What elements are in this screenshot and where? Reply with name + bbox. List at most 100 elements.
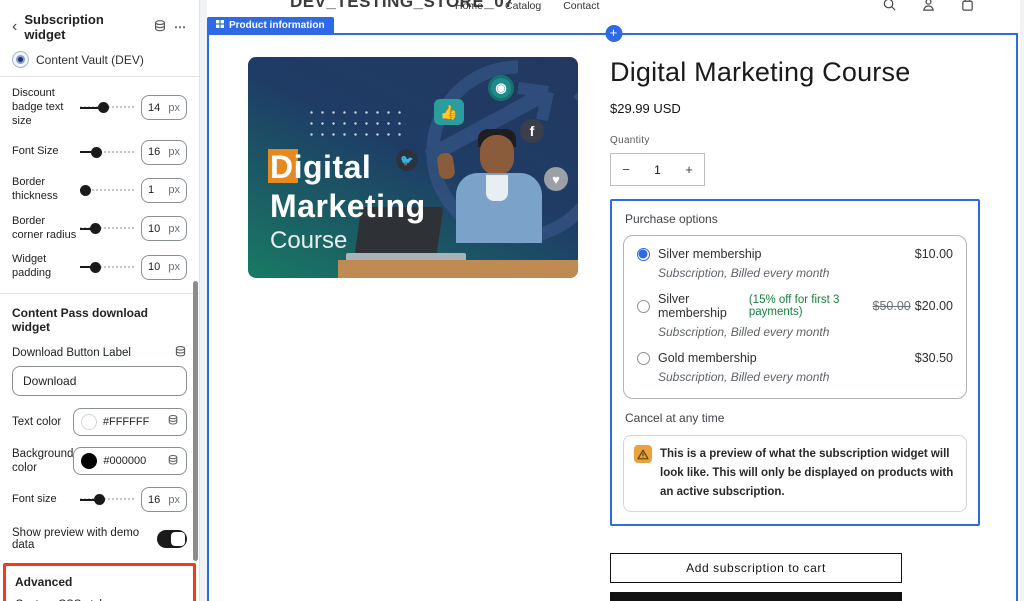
divider xyxy=(0,293,199,294)
setting-label: Border thickness xyxy=(12,176,78,204)
quantity-increase-button[interactable]: + xyxy=(674,162,704,177)
widget-padding-slider[interactable] xyxy=(80,262,134,273)
store-nav: Home Catalog Contact xyxy=(455,0,599,12)
setting-discount-badge-text-size: Discount badge text size 14px xyxy=(12,87,187,128)
value-input[interactable]: 10px xyxy=(141,255,187,280)
discount-badge-size-slider[interactable] xyxy=(80,102,134,113)
text-color-picker[interactable]: #FFFFFF xyxy=(73,408,187,436)
warning-icon xyxy=(634,445,652,463)
product-price: $29.99 USD xyxy=(610,101,982,116)
quantity-stepper: − 1 + xyxy=(610,153,705,186)
instagram-icon: ◉ xyxy=(488,75,514,101)
back-icon[interactable]: ‹ xyxy=(12,19,17,35)
add-subscription-to-cart-button[interactable]: Add subscription to cart xyxy=(610,553,902,583)
background-color-setting: Background color #000000 xyxy=(12,447,187,476)
sidebar-scrollbar[interactable] xyxy=(193,281,198,561)
dynamic-source-icon[interactable] xyxy=(167,454,179,469)
advanced-section-highlight: Advanced Custom CSS styles #cv-subscript… xyxy=(3,563,196,601)
heart-icon: ♥ xyxy=(544,167,568,191)
radio-unselected-icon[interactable] xyxy=(637,300,650,313)
background-color-label: Background color xyxy=(12,447,73,476)
hero-title: Digital Marketing Course xyxy=(270,149,426,255)
nav-link-catalog[interactable]: Catalog xyxy=(505,0,541,12)
option-subtitle: Subscription, Billed every month xyxy=(658,325,953,339)
setting-widget-padding: Widget padding 10px xyxy=(12,253,187,281)
editor-canvas: DEV_TESTING_STORE_07 Home Catalog Contac… xyxy=(200,0,1024,601)
product-image[interactable]: ◉ 👍 f 🐦 ♥ Digital Marketing Course xyxy=(248,57,578,278)
value-input[interactable]: 16px xyxy=(141,487,187,512)
desk-illustration xyxy=(338,260,578,278)
option-price: $10.00 xyxy=(915,247,953,261)
dynamic-source-icon[interactable] xyxy=(167,414,179,429)
search-icon[interactable] xyxy=(882,0,897,12)
warning-text: This is a preview of what the subscripti… xyxy=(660,445,956,502)
purchase-options-label: Purchase options xyxy=(625,212,967,226)
dynamic-source-icon[interactable] xyxy=(153,19,167,36)
app-name: Content Vault (DEV) xyxy=(36,53,144,67)
subscription-widget-selection[interactable]: Purchase options Silver membership $10.0… xyxy=(610,199,980,526)
buy-it-now-button[interactable]: Buy it now xyxy=(610,592,902,601)
download-label-input[interactable] xyxy=(12,366,187,396)
person-illustration xyxy=(486,175,508,201)
text-color-setting: Text color #FFFFFF xyxy=(12,408,187,436)
option-promo: (15% off for first 3 payments) xyxy=(749,294,873,318)
demo-data-toggle[interactable] xyxy=(157,530,187,548)
border-thickness-slider[interactable] xyxy=(80,185,134,196)
quantity-label: Quantity xyxy=(610,135,982,146)
cancel-note: Cancel at any time xyxy=(625,411,967,425)
section-tab-product-information[interactable]: Product information xyxy=(207,17,334,33)
add-section-button[interactable]: + xyxy=(605,25,622,42)
text-color-label: Text color xyxy=(12,415,73,429)
setting-label: Font Size xyxy=(12,145,78,159)
setting-label: Widget padding xyxy=(12,253,78,281)
section-grid-icon xyxy=(216,20,224,31)
purchase-option-row[interactable]: Gold membership $30.50 xyxy=(637,351,953,365)
store-header: DEV_TESTING_STORE_07 Home Catalog Contac… xyxy=(207,0,1020,15)
person-illustration xyxy=(480,135,514,175)
setting-font-size: Font Size 16px xyxy=(12,139,187,165)
settings-sidebar: ‹ Subscription widget ⋯ Content Vault (D… xyxy=(0,0,200,601)
more-options-icon[interactable]: ⋯ xyxy=(174,20,187,34)
download-button-label: Download Button Label xyxy=(12,347,131,359)
demo-toggle-label: Show preview with demo data xyxy=(12,527,157,551)
nav-link-contact[interactable]: Contact xyxy=(563,0,599,12)
radio-unselected-icon[interactable] xyxy=(637,352,650,365)
setting-download-font-size: Font size 16px xyxy=(12,487,187,513)
advanced-heading: Advanced xyxy=(15,575,184,589)
thumbs-up-icon: 👍 xyxy=(434,99,464,125)
storefront-preview: DEV_TESTING_STORE_07 Home Catalog Contac… xyxy=(207,0,1020,601)
font-size-slider[interactable] xyxy=(80,147,134,158)
border-radius-slider[interactable] xyxy=(80,223,134,234)
option-subtitle: Subscription, Billed every month xyxy=(658,370,953,384)
cart-icon[interactable] xyxy=(960,0,975,12)
download-widget-heading: Content Pass download widget xyxy=(12,306,187,334)
purchase-option-row[interactable]: Silver membership $10.00 xyxy=(637,247,953,261)
color-swatch xyxy=(81,414,97,430)
setting-label: Discount badge text size xyxy=(12,87,78,128)
preview-warning-banner: This is a preview of what the subscripti… xyxy=(623,435,967,512)
demo-data-setting: Show preview with demo data xyxy=(12,527,187,551)
account-icon[interactable] xyxy=(921,0,936,12)
sidebar-header: ‹ Subscription widget ⋯ Content Vault (D… xyxy=(0,0,199,77)
purchase-options-box: Silver membership $10.00 Subscription, B… xyxy=(623,235,967,399)
option-price: $30.50 xyxy=(915,351,953,365)
option-price: $50.00$20.00 xyxy=(873,299,953,313)
color-swatch xyxy=(81,453,97,469)
value-input[interactable]: 10px xyxy=(141,216,187,241)
radio-selected-icon[interactable] xyxy=(637,248,650,261)
value-input[interactable]: 16px xyxy=(141,140,187,165)
quantity-value: 1 xyxy=(641,163,674,177)
setting-label: Font size xyxy=(12,493,78,507)
background-color-picker[interactable]: #000000 xyxy=(73,447,187,475)
quantity-decrease-button[interactable]: − xyxy=(611,162,641,177)
dynamic-source-icon[interactable] xyxy=(174,345,187,361)
value-input[interactable]: 1px xyxy=(141,178,187,203)
setting-border-thickness: Border thickness 1px xyxy=(12,176,187,204)
purchase-option-row[interactable]: Silver membership (15% off for first 3 p… xyxy=(637,292,953,320)
value-input[interactable]: 14px xyxy=(141,95,187,120)
download-font-size-slider[interactable] xyxy=(80,494,134,505)
setting-border-corner-radius: Border corner radius 10px xyxy=(12,215,187,243)
product-title: Digital Marketing Course xyxy=(610,57,982,88)
app-icon xyxy=(12,51,29,68)
nav-link-home[interactable]: Home xyxy=(455,0,483,12)
